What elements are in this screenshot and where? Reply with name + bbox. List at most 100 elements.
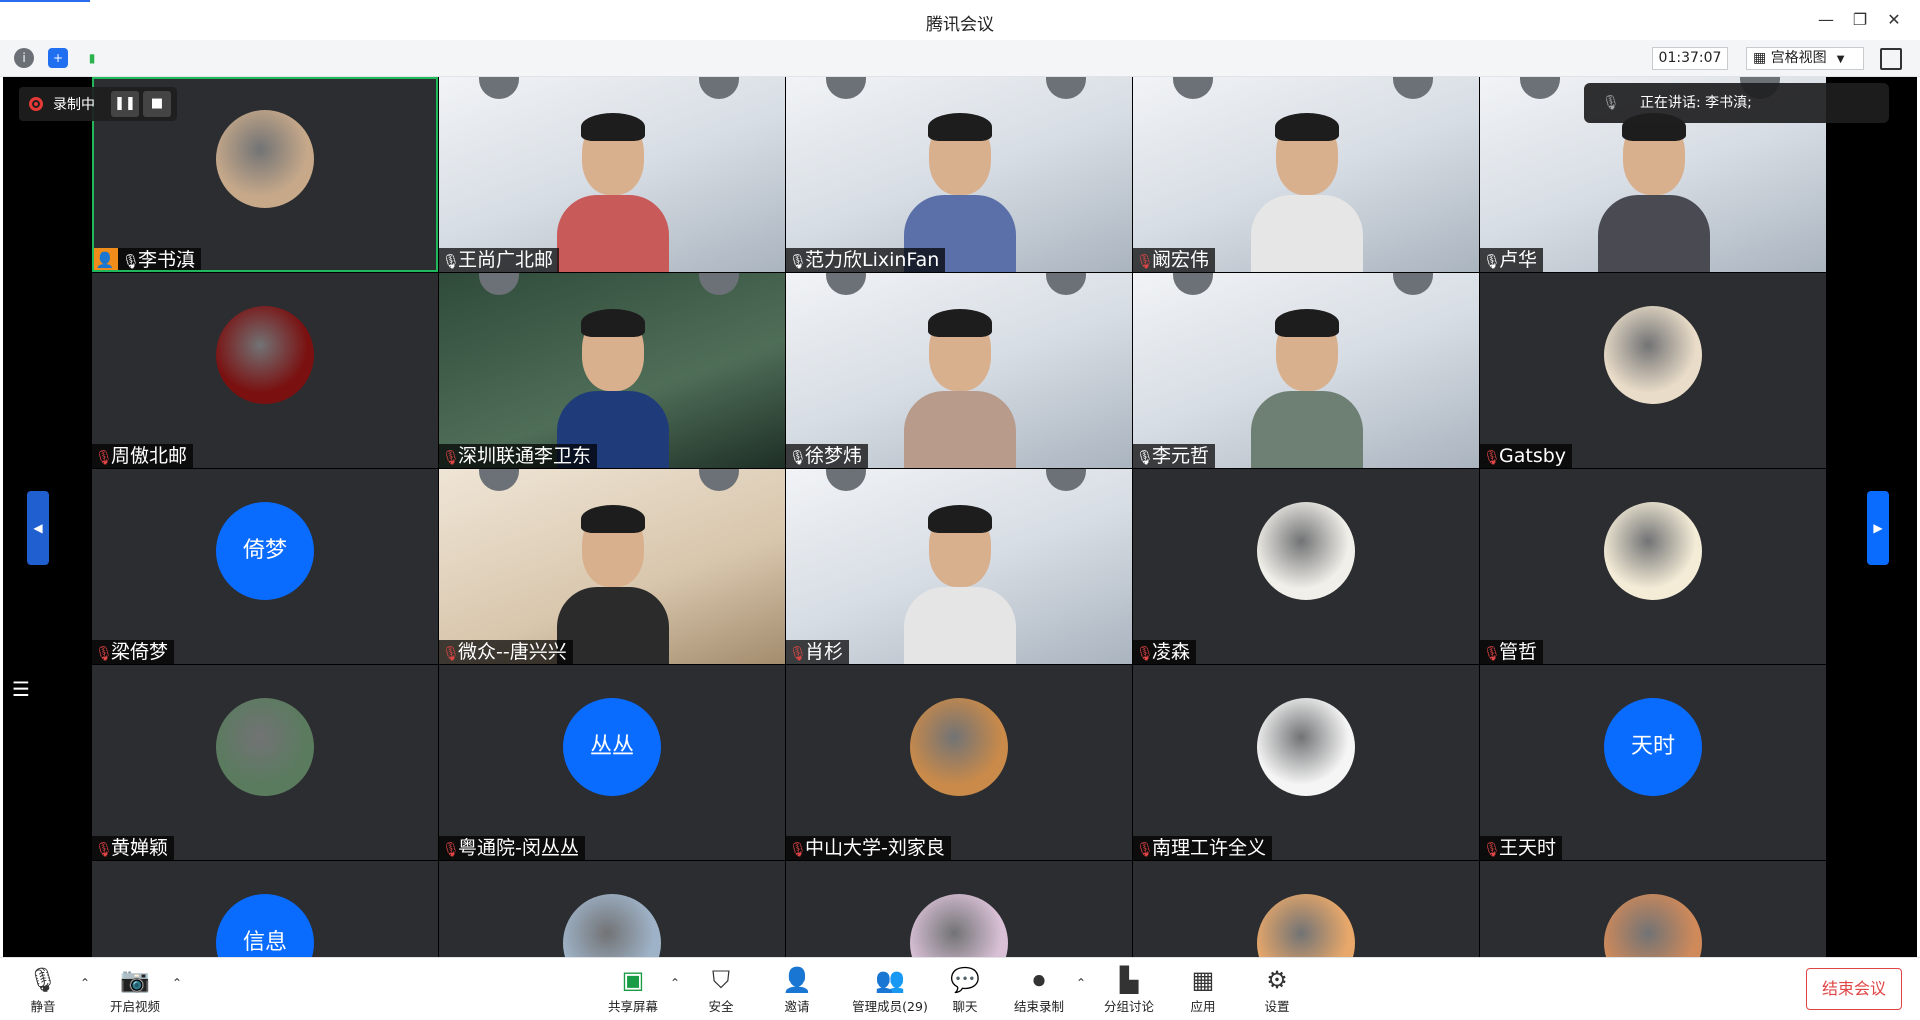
background-lamp (826, 77, 866, 99)
background-lamp (826, 273, 866, 295)
participant-namebar: 🎙深圳联通李卫东 (439, 444, 598, 468)
participant-tile[interactable]: 信息 (92, 861, 438, 957)
signal-icon[interactable]: ▮ (82, 48, 102, 68)
participant-grid: 👤 🎙李书滇 🎙王尚广北邮 🎙范力欣LixinFan 🎙阚宏伟 🎙卢华 🎙周傲北邮 🎙深圳联通… (92, 77, 1827, 957)
background-lamp (699, 469, 739, 491)
prev-page-button[interactable]: ◀ (27, 491, 49, 565)
participant-tile[interactable]: 🎙王尚广北邮 (439, 77, 785, 272)
participant-name: 梁倚梦 (111, 641, 169, 663)
microphone-muted-icon: 🎙 (1136, 842, 1154, 858)
participant-tile[interactable] (786, 861, 1132, 957)
avatar (1257, 502, 1355, 600)
participant-tile[interactable]: 🎙管哲 (1480, 469, 1826, 664)
participant-tile[interactable]: 🎙范力欣LixinFan (786, 77, 1132, 272)
participant-tile[interactable]: 🎙微众--唐兴兴 (439, 469, 785, 664)
participant-name: 李书滇 (138, 249, 196, 271)
title-accent (0, 0, 90, 2)
participant-tile[interactable]: 🎙徐梦炜 (786, 273, 1132, 468)
microphone-muted-icon: 🎙 (442, 450, 460, 466)
avatar (910, 698, 1008, 796)
list-icon[interactable]: ☰ (3, 671, 39, 707)
breakout-icon: ▙ (1119, 966, 1139, 994)
share-screen-label: 共享屏幕 (607, 999, 658, 1014)
info-icon[interactable]: i (14, 48, 34, 68)
participant-tile[interactable]: 🎙李元哲 (1133, 273, 1479, 468)
invite-button[interactable]: 👤 邀请 (762, 964, 832, 1018)
participant-video (1251, 309, 1363, 468)
next-page-button[interactable]: ▶ (1867, 491, 1889, 565)
participant-video (904, 505, 1016, 664)
breakout-button[interactable]: ▙ 分组讨论 (1094, 964, 1164, 1018)
apps-button[interactable]: ▦ 应用 (1168, 964, 1238, 1018)
shield-icon[interactable]: + (48, 48, 68, 68)
participant-video (1598, 113, 1710, 272)
record-options-caret[interactable]: ⌃ (1076, 976, 1086, 990)
participant-name: 卢华 (1499, 249, 1538, 271)
participant-tile[interactable]: 丛丛 🎙粤通院-闵丛丛 (439, 665, 785, 860)
stop-recording-label: 结束录制 (1013, 999, 1064, 1014)
participant-namebar: 🎙王天时 (1480, 836, 1563, 860)
stop-recording-button[interactable]: ⏺ 结束录制 (1004, 964, 1074, 1018)
participant-tile[interactable]: 倚梦 🎙梁倚梦 (92, 469, 438, 664)
settings-button[interactable]: ⚙ 设置 (1242, 964, 1312, 1018)
participant-tile[interactable] (439, 861, 785, 957)
participant-tile[interactable]: 🎙凌森 (1133, 469, 1479, 664)
microphone-muted-icon: 🎙 (1483, 842, 1501, 858)
microphone-icon: 🎙 (1136, 450, 1154, 466)
participant-namebar: 🎙中山大学-刘家良 (786, 836, 951, 860)
participant-tile[interactable]: 天时 🎙王天时 (1480, 665, 1826, 860)
participant-tile[interactable]: 🎙肖杉 (786, 469, 1132, 664)
video-button[interactable]: 📷 开启视频 (100, 964, 170, 1018)
participant-tile[interactable]: 🎙黄婵颖 (92, 665, 438, 860)
security-button[interactable]: ⛉ 安全 (686, 964, 756, 1018)
microphone-icon: 🎙 (122, 254, 140, 270)
avatar (1257, 698, 1355, 796)
participant-tile[interactable] (1133, 861, 1479, 957)
pause-record-button[interactable]: ❚❚ (111, 91, 139, 117)
members-label: 管理成员(29) (852, 999, 928, 1014)
share-screen-icon: ▣ (621, 966, 645, 994)
microphone-icon: 🎙 (789, 254, 807, 270)
fullscreen-button[interactable] (1880, 48, 1902, 70)
participant-name: 粤通院-闵丛丛 (458, 837, 579, 859)
stop-record-button[interactable]: ■ (143, 91, 171, 117)
audio-options-caret[interactable]: ⌃ (80, 976, 90, 990)
participant-tile[interactable]: 🎙深圳联通李卫东 (439, 273, 785, 468)
share-options-caret[interactable]: ⌃ (670, 976, 680, 990)
microphone-muted-icon: 🎙 (1483, 450, 1501, 466)
background-lamp (1046, 77, 1086, 99)
video-options-caret[interactable]: ⌃ (172, 976, 182, 990)
manage-members-button[interactable]: 👥 管理成员(29) (846, 964, 934, 1018)
participant-tile[interactable]: 🎙中山大学-刘家良 (786, 665, 1132, 860)
share-screen-button[interactable]: ▣ 共享屏幕 (598, 964, 668, 1018)
background-lamp (1393, 77, 1433, 99)
close-button[interactable]: ✕ (1880, 8, 1908, 32)
microphone-muted-icon: 🎙 (442, 646, 460, 662)
participant-name: 深圳联通李卫东 (458, 445, 592, 467)
chevron-down-icon: ▼ (1836, 54, 1845, 65)
participant-tile[interactable]: 🎙阚宏伟 (1133, 77, 1479, 272)
chat-button[interactable]: 💬 聊天 (930, 964, 1000, 1018)
participant-tile[interactable] (1480, 861, 1826, 957)
background-lamp (479, 77, 519, 99)
recording-icon (29, 97, 43, 111)
microphone-icon: 🎙 (442, 254, 460, 270)
participant-namebar: 🎙凌森 (1133, 640, 1197, 664)
background-lamp (1046, 469, 1086, 491)
participant-name: 凌森 (1152, 641, 1191, 663)
participant-name: 黄婵颖 (111, 837, 169, 859)
background-lamp (699, 77, 739, 99)
meeting-toolbar: i + ▮ 01:37:07 ▦ 宫格视图 ▼ (0, 40, 1920, 77)
end-meeting-button[interactable]: 结束会议 (1806, 968, 1902, 1010)
participant-tile[interactable]: 🎙周傲北邮 (92, 273, 438, 468)
speaking-indicator: 🎙 正在讲话: 李书滇; (1584, 83, 1889, 123)
microphone-muted-icon: 🎙 (789, 842, 807, 858)
participant-tile[interactable]: 🎙南理工许全义 (1133, 665, 1479, 860)
mute-button[interactable]: 🎙 静音 (8, 964, 78, 1018)
restore-button[interactable]: ❐ (1846, 8, 1874, 32)
view-mode-button[interactable]: ▦ 宫格视图 ▼ (1746, 47, 1864, 70)
minimize-button[interactable]: — (1812, 8, 1840, 32)
participant-tile[interactable]: 🎙Gatsby (1480, 273, 1826, 468)
background-lamp (826, 469, 866, 491)
participant-namebar: 🎙南理工许全义 (1133, 836, 1273, 860)
